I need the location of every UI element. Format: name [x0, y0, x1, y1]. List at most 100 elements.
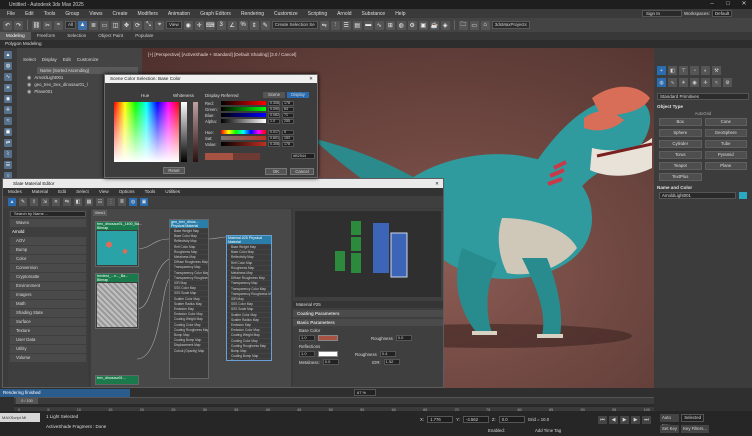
- filter-all-icon[interactable]: ☰: [4, 161, 12, 169]
- ribbon-tab-freeform[interactable]: Freeform: [31, 32, 62, 40]
- ribbon-tab-populate[interactable]: Populate: [129, 32, 159, 40]
- hue-value-field[interactable]: 0.017: [268, 129, 280, 135]
- x-field[interactable]: 1.776: [427, 416, 454, 423]
- rotate-icon[interactable]: ⟳: [133, 20, 143, 30]
- browser-item[interactable]: Shading State: [10, 309, 86, 317]
- browser-item[interactable]: Color: [10, 255, 86, 263]
- hierarchy-tab-icon[interactable]: ⊤: [679, 66, 688, 75]
- select-icon[interactable]: ▲: [4, 51, 12, 59]
- open-explorer-icon[interactable]: 🗀: [458, 20, 468, 30]
- sat-value-field[interactable]: 0.601: [268, 135, 280, 141]
- red-slider[interactable]: [221, 101, 266, 105]
- render-setup-icon[interactable]: ⚙: [407, 20, 417, 30]
- red-display-field[interactable]: 178: [282, 100, 294, 106]
- cone-button[interactable]: Cone: [704, 118, 747, 126]
- project-dropdown[interactable]: 3dsMaxProjects: [491, 21, 530, 29]
- next-frame-icon[interactable]: ▶: [631, 416, 640, 424]
- slate-menu-tools[interactable]: Tools: [145, 188, 156, 196]
- create-selection-set-dropdown[interactable]: Create Selection Se: [271, 21, 318, 29]
- show-map-icon[interactable]: ◧: [74, 198, 82, 206]
- object-type-rollout[interactable]: Object Type: [657, 104, 749, 109]
- filter-cameras-icon[interactable]: ◉: [4, 95, 12, 103]
- filter-geometry-icon[interactable]: ◍: [4, 62, 12, 70]
- filter-bones-icon[interactable]: ⌇: [4, 150, 12, 158]
- ok-button[interactable]: OK: [265, 168, 287, 175]
- geosphere-button[interactable]: GeoSphere: [704, 129, 747, 137]
- menu-arnold[interactable]: Arnold: [332, 11, 356, 17]
- bitmap-node-2[interactable]: trextest_...n..._Ba... Bitmap: [95, 273, 139, 329]
- play-icon[interactable]: ▶: [620, 416, 629, 424]
- scale-icon[interactable]: ⤡: [144, 20, 154, 30]
- spinner-snap-icon[interactable]: ⇕: [249, 20, 259, 30]
- select-by-material-icon[interactable]: ◍: [129, 198, 137, 206]
- filter-spacewarps-icon[interactable]: ≈: [4, 117, 12, 125]
- ior-field[interactable]: 1.52: [383, 359, 400, 365]
- prev-frame-icon[interactable]: ◀: [609, 416, 618, 424]
- browser-item[interactable]: Surface: [10, 318, 86, 326]
- place-icon[interactable]: ⌖: [155, 20, 165, 30]
- ribbon-subtitle[interactable]: Polygon Modeling: [0, 40, 140, 48]
- set-key-button[interactable]: Set Key: [660, 425, 680, 433]
- scene-explorer-menu-customize[interactable]: Customize: [77, 57, 99, 62]
- toggle-scene-explorer-icon[interactable]: ☰: [341, 20, 351, 30]
- eye-icon[interactable]: ◉: [27, 75, 31, 81]
- autogrid-checkbox[interactable]: AutoGrid: [657, 111, 749, 116]
- eye-icon[interactable]: ◉: [27, 82, 31, 88]
- scene-explorer-menu-edit[interactable]: Edit: [63, 57, 71, 62]
- menu-rendering[interactable]: Rendering: [236, 11, 269, 17]
- node-parameter-slot[interactable]: Cutout (Opacity) Map: [170, 347, 208, 353]
- value-display-field[interactable]: 178: [282, 141, 294, 147]
- pick-material-icon[interactable]: ✎: [19, 198, 27, 206]
- sat-slider[interactable]: [221, 136, 266, 140]
- close-icon[interactable]: ✕: [736, 0, 752, 9]
- textplus-button[interactable]: TextPlus: [659, 173, 702, 181]
- menu-file[interactable]: File: [2, 11, 20, 17]
- value-slider[interactable]: [221, 142, 266, 146]
- select-manipulate-icon[interactable]: ✛: [194, 20, 204, 30]
- z-field[interactable]: 0.0: [498, 416, 525, 423]
- link-icon[interactable]: ⛓: [32, 20, 41, 30]
- menu-customize[interactable]: Customize: [269, 11, 303, 17]
- plane-button[interactable]: Plane: [704, 162, 747, 170]
- ribbon-tab-object-paint[interactable]: Object Paint: [92, 32, 129, 40]
- menu-graph-editors[interactable]: Graph Editors: [195, 11, 236, 17]
- shapes-icon[interactable]: ∿: [668, 78, 677, 87]
- goto-start-icon[interactable]: ⏮: [598, 416, 607, 424]
- hue-slider[interactable]: [221, 130, 266, 134]
- browser-item[interactable]: Utility: [10, 345, 86, 353]
- browser-item[interactable]: Conversion: [10, 264, 86, 272]
- slate-menu-options[interactable]: Options: [119, 188, 135, 196]
- filter-lights-icon[interactable]: ☀: [4, 84, 12, 92]
- blue-slider[interactable]: [221, 113, 266, 117]
- basic-parameters-rollout[interactable]: Basic Parameters: [293, 319, 443, 326]
- timeline-track[interactable]: [14, 404, 654, 407]
- modify-tab-icon[interactable]: ◧: [668, 66, 677, 75]
- auto-key-button[interactable]: Auto Key: [660, 414, 680, 428]
- bind-spacewarp-icon[interactable]: ≈: [54, 20, 63, 30]
- material-editor-icon[interactable]: ◍: [396, 20, 406, 30]
- teapot-button[interactable]: Teapot: [659, 162, 702, 170]
- bitmap-node-1[interactable]: trex_dinosaur01_1k00_Ba... Bitmap: [95, 221, 142, 267]
- reflection-roughness-field[interactable]: 0.4: [379, 351, 396, 357]
- put-to-scene-icon[interactable]: ⇪: [30, 198, 38, 206]
- physical-material-node[interactable]: geo_trex_dinos... Physical Material Base…: [169, 219, 209, 379]
- select-tool-icon[interactable]: ▲: [8, 198, 16, 206]
- object-color-swatch[interactable]: [739, 192, 747, 199]
- node-parameter-slot[interactable]: Transparency Roughness Map: [170, 274, 208, 280]
- select-by-name-icon[interactable]: ≣: [89, 20, 99, 30]
- browser-item[interactable]: User Data: [10, 336, 86, 344]
- sat-display-field[interactable]: 153: [282, 135, 294, 141]
- browser-item[interactable]: Environment: [10, 282, 86, 290]
- browser-item[interactable]: Cryptomatte: [10, 273, 86, 281]
- layout-all-icon[interactable]: ☷: [96, 198, 104, 206]
- timeline[interactable]: 0 / 100 0 5 10 15 20 25 30 35 40 45 50 55 60 65 70 75 80…: [14, 397, 654, 412]
- menu-tools[interactable]: Tools: [39, 11, 61, 17]
- box-button[interactable]: Box: [659, 118, 702, 126]
- workspace-dropdown[interactable]: Default: [711, 10, 733, 17]
- green-slider[interactable]: [221, 107, 266, 111]
- node-parameter-slot[interactable]: Coating Roughness Map: [227, 342, 271, 348]
- scene-explorer-menu-select[interactable]: Select: [23, 57, 36, 62]
- green-value-field[interactable]: 0.090: [268, 106, 280, 112]
- menu-help[interactable]: Help: [390, 11, 410, 17]
- selected-dropdown[interactable]: Selected: [681, 414, 704, 422]
